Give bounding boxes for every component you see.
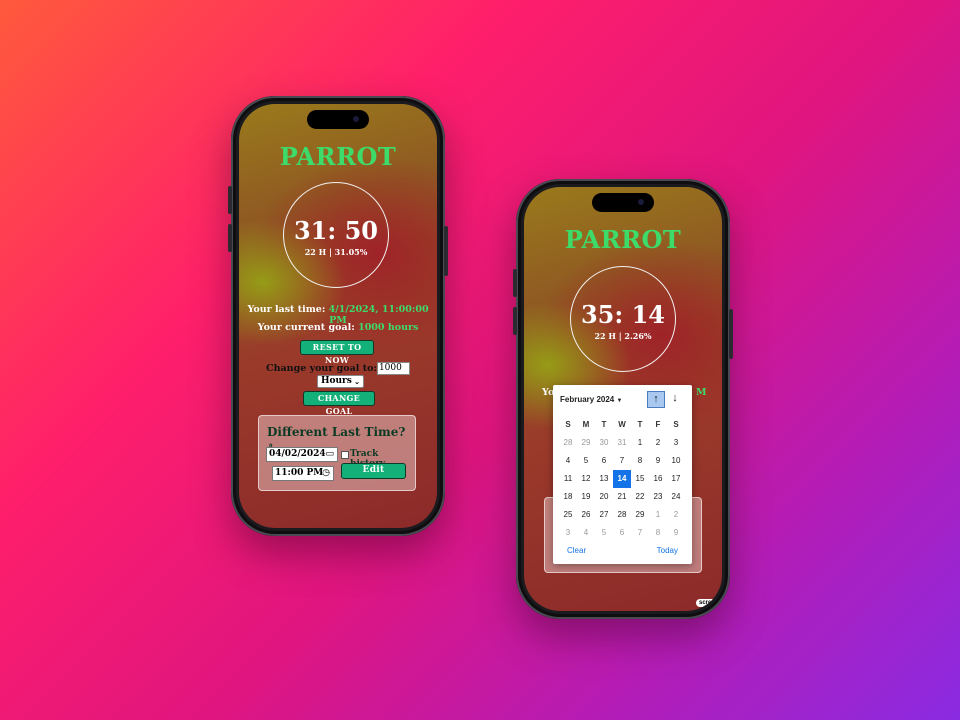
weekday-header: T [637, 420, 643, 429]
calendar-day[interactable]: 11 [559, 470, 577, 488]
calendar-day[interactable]: 10 [667, 452, 685, 470]
dynamic-island [307, 110, 369, 129]
weekday-header: S [565, 420, 571, 429]
caret-down-icon: ▼ [616, 398, 623, 404]
app-title: PARROT [279, 142, 397, 171]
calendar-day[interactable]: 15 [631, 470, 649, 488]
right-phone: PARROT 35: 14 22 H | 2.26% Yo M February… [513, 179, 733, 619]
calendar-day[interactable]: 2 [667, 506, 685, 524]
timer-subtext: 22 H | 2.26% [594, 331, 652, 341]
calendar-day[interactable]: 22 [631, 488, 649, 506]
arrow-down-icon[interactable]: ↓ [667, 391, 683, 406]
timer-value: 31: 50 [293, 216, 378, 245]
calendar-day[interactable]: 18 [559, 488, 577, 506]
calendar-day[interactable]: 13 [595, 470, 613, 488]
calendar-day[interactable]: 25 [559, 506, 577, 524]
date-picker-popup: February 2024 ▼ ↑ ↓ S M T W T F S 28 29 30 31 1 2 3 4 5… [553, 385, 692, 564]
date-value: 04/02/2024 [269, 449, 326, 459]
calendar-day[interactable]: 2 [649, 434, 667, 452]
calendar-day[interactable]: 20 [595, 488, 613, 506]
track-history-checkbox[interactable] [341, 451, 349, 459]
goal-input[interactable]: 1000 [376, 362, 410, 375]
calendar-day[interactable]: 28 [559, 434, 577, 452]
calendar-day[interactable]: 1 [649, 506, 667, 524]
calendar-day[interactable]: 19 [577, 488, 595, 506]
time-input[interactable]: 11:00 PM ◷ [272, 466, 334, 481]
calendar-day[interactable]: 6 [595, 452, 613, 470]
calendar-day[interactable]: 29 [631, 506, 649, 524]
calendar-icon: ▭ [325, 449, 334, 459]
unit-select-value: Hours [321, 376, 352, 386]
left-phone: PARROT 31: 50 22 H | 31.05% Your last ti… [228, 96, 448, 536]
calendar-day[interactable]: 3 [667, 434, 685, 452]
calendar-day[interactable]: 12 [577, 470, 595, 488]
date-input[interactable]: 04/02/2024 ▭ [266, 447, 338, 462]
calendar-day[interactable]: 31 [613, 434, 631, 452]
calendar-day[interactable]: 30 [595, 434, 613, 452]
calendar-day[interactable]: 16 [649, 470, 667, 488]
calendar-day[interactable]: 1 [631, 434, 649, 452]
weekday-header: S [673, 420, 679, 429]
calendar-day[interactable]: 26 [577, 506, 595, 524]
goal-label: Your current goal: [257, 322, 355, 333]
reset-to-now-button[interactable]: RESET TO NOW [300, 340, 374, 365]
edit-button[interactable]: Edit [341, 463, 406, 479]
weekday-header: T [601, 420, 607, 429]
weekday-header: F [655, 420, 661, 429]
arrow-up-icon[interactable]: ↑ [647, 391, 665, 408]
timer-subtext: 22 H | 31.05% [304, 247, 368, 257]
calendar-day[interactable]: 8 [631, 452, 649, 470]
current-goal-line: Your current goal: 1000 hours [239, 322, 437, 333]
clear-button[interactable]: Clear [567, 546, 586, 555]
time-value: 11:00 PM [275, 468, 324, 478]
last-time-label: Your last time: [247, 304, 326, 315]
calendar-day-selected[interactable]: 14 [613, 470, 631, 488]
screen-badge: screen [696, 599, 722, 607]
chevron-down-icon: ⌄ [354, 377, 360, 386]
timer-ring: 35: 14 22 H | 2.26% [570, 266, 676, 372]
different-last-time-panel: Different Last Time? ⇕ 04/02/2024 ▭ Trac… [258, 415, 416, 491]
panel-title-text: Different Last Time? [267, 425, 406, 439]
calendar-day[interactable]: 9 [667, 524, 685, 542]
unit-select[interactable]: Hours ⌄ [317, 375, 364, 388]
calendar-day[interactable]: 4 [559, 452, 577, 470]
calendar-day[interactable]: 23 [649, 488, 667, 506]
calendar-day[interactable]: 7 [631, 524, 649, 542]
calendar-day[interactable]: 27 [595, 506, 613, 524]
change-goal-row: Change your goal to: 1000 [239, 362, 437, 375]
calendar-day[interactable]: 24 [667, 488, 685, 506]
left-phone-screen: PARROT 31: 50 22 H | 31.05% Your last ti… [239, 104, 437, 528]
calendar-day[interactable]: 17 [667, 470, 685, 488]
goal-value: 1000 hours [358, 322, 419, 333]
calendar-day[interactable]: 6 [613, 524, 631, 542]
calendar-day[interactable]: 4 [577, 524, 595, 542]
change-goal-prompt: Change your goal to: [266, 363, 377, 374]
weekday-header: W [618, 420, 626, 429]
calendar-day[interactable]: 5 [595, 524, 613, 542]
today-button[interactable]: Today [657, 546, 678, 555]
calendar-day[interactable]: 29 [577, 434, 595, 452]
calendar-day[interactable]: 28 [613, 506, 631, 524]
timer-ring: 31: 50 22 H | 31.05% [283, 182, 389, 288]
right-phone-screen: PARROT 35: 14 22 H | 2.26% Yo M February… [524, 187, 722, 611]
app-title: PARROT [564, 225, 682, 254]
calendar-day[interactable]: 21 [613, 488, 631, 506]
timer-value: 35: 14 [580, 300, 665, 329]
weekday-header: M [582, 420, 590, 429]
change-goal-button[interactable]: CHANGE GOAL [303, 391, 375, 416]
month-label: February 2024 [560, 395, 615, 404]
clock-icon: ◷ [322, 468, 330, 478]
partial-last-time-right: M [696, 387, 707, 398]
month-select[interactable]: February 2024 ▼ [560, 395, 622, 404]
calendar-day[interactable]: 9 [649, 452, 667, 470]
calendar-day[interactable]: 8 [649, 524, 667, 542]
calendar-day[interactable]: 7 [613, 452, 631, 470]
calendar-day[interactable]: 5 [577, 452, 595, 470]
calendar-day[interactable]: 3 [559, 524, 577, 542]
dynamic-island [592, 193, 654, 212]
